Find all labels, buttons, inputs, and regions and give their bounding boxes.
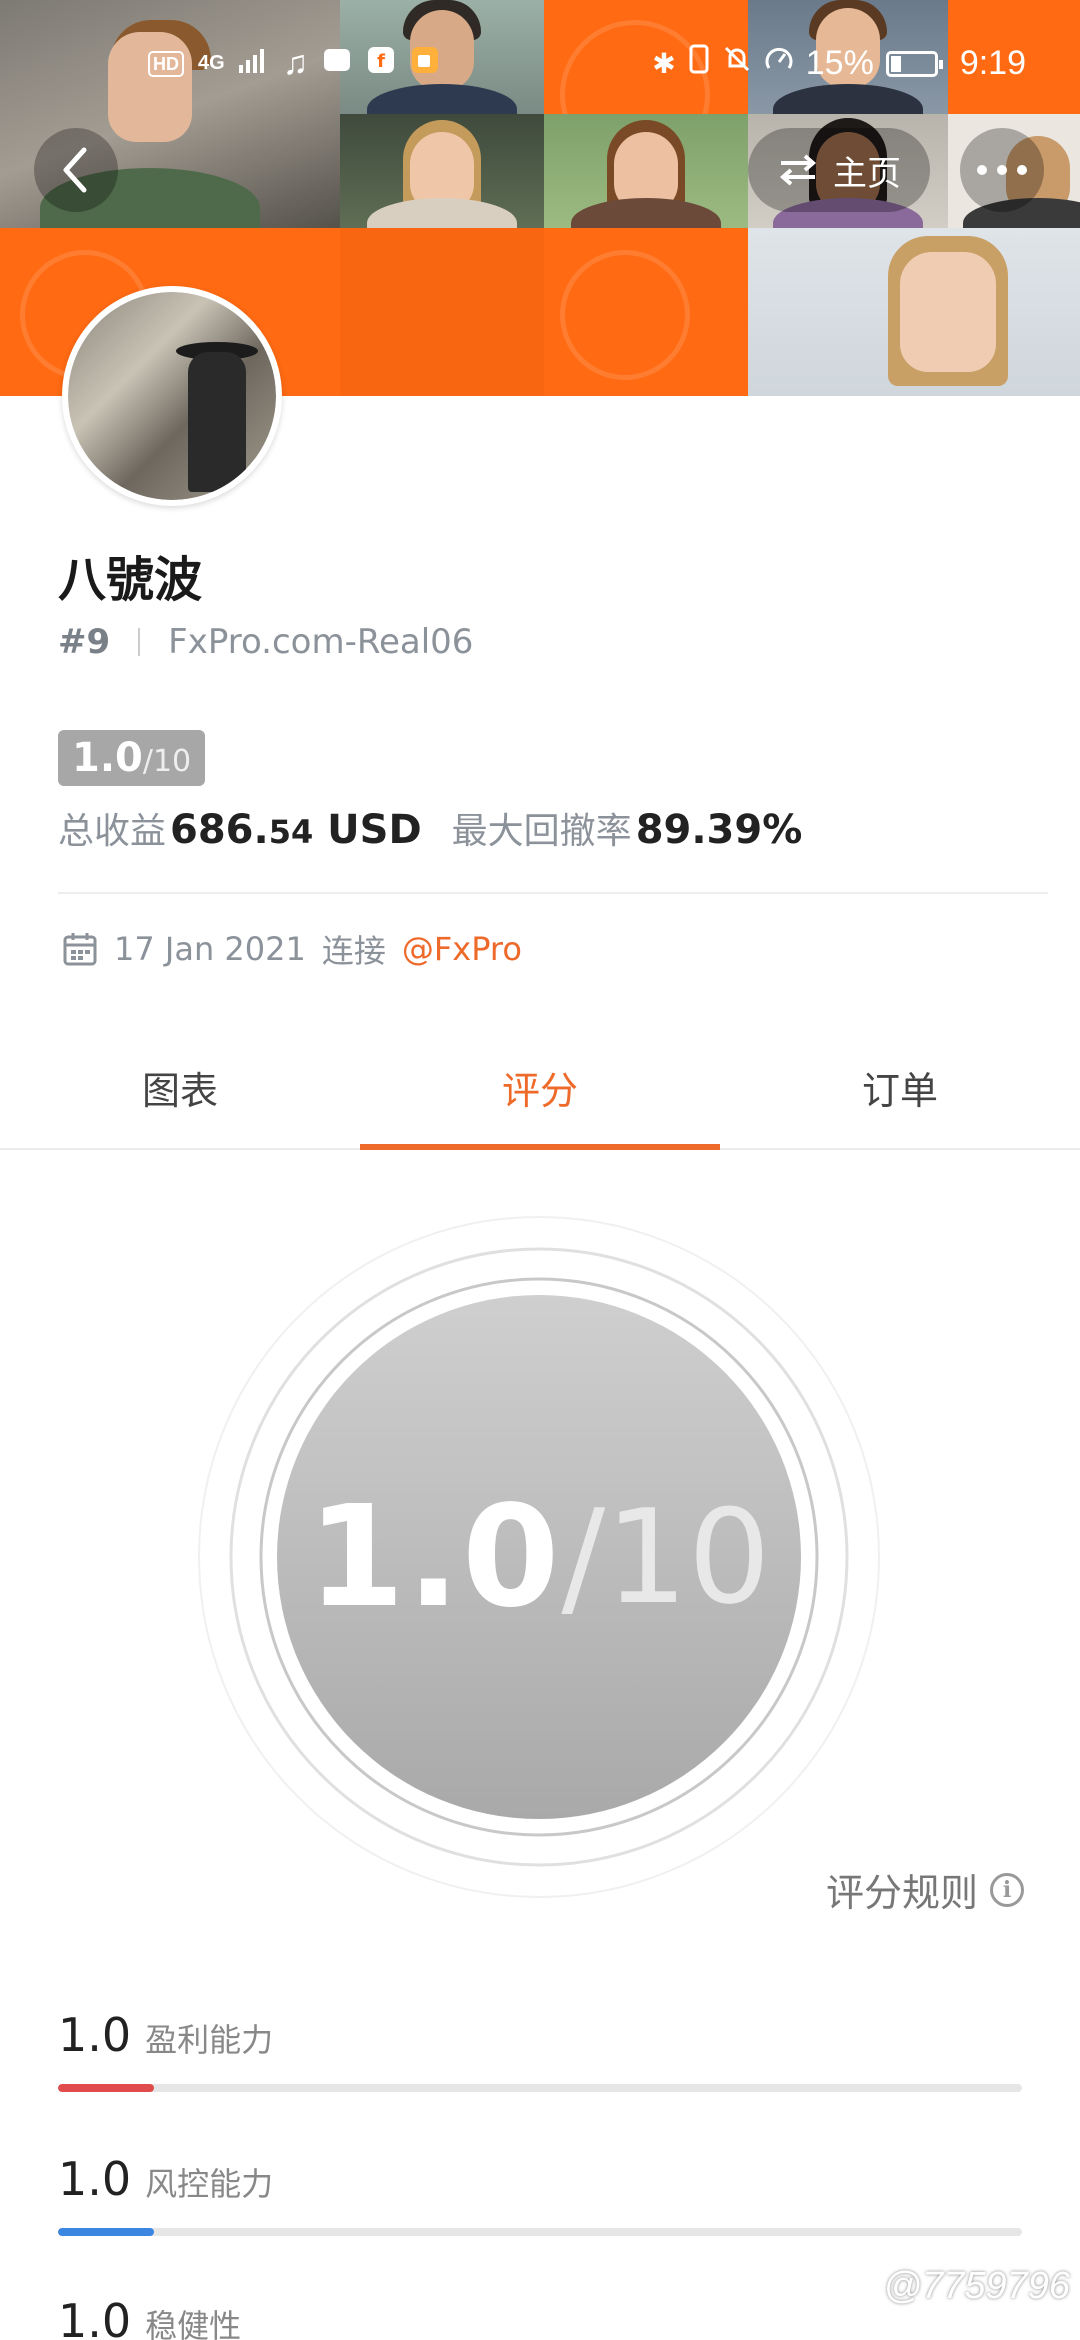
- total-profit-value: 686.54 USD: [170, 807, 422, 853]
- signal-icon: [238, 47, 269, 80]
- bluetooth-icon: ✱: [652, 48, 676, 79]
- svg-text:f: f: [377, 51, 385, 72]
- tab-chart[interactable]: 图表: [0, 1026, 360, 1148]
- divider: [138, 628, 141, 656]
- rating-value: 1.0: [307, 1475, 562, 1639]
- metric-risk-control: 1.0 风控能力: [58, 2152, 1022, 2236]
- avatar[interactable]: [62, 286, 282, 506]
- clock: 9:19: [959, 44, 1026, 82]
- rank-row: #9 FxPro.com-Real06: [58, 622, 473, 662]
- cover-photo: [748, 228, 1080, 396]
- rank-badge: #9: [58, 622, 111, 662]
- back-button[interactable]: [34, 128, 118, 212]
- connection-row: 17 Jan 2021 连接 @FxPro: [62, 926, 522, 972]
- metric-label: 风控能力: [145, 2165, 274, 2203]
- rating-rules-link[interactable]: 评分规则 i: [826, 1862, 1024, 1917]
- cover-decoration: [560, 250, 690, 380]
- broker-link[interactable]: @FxPro: [402, 930, 522, 968]
- trader-name: 八號波: [58, 552, 203, 608]
- speed-gauge-icon: [764, 44, 794, 83]
- music-note-icon: ♫: [282, 44, 309, 82]
- metric-progress-bar: [58, 2228, 1022, 2236]
- metric-stability: 1.0 稳健性: [58, 2294, 1022, 2340]
- cover-tile: [340, 228, 544, 396]
- metric-progress-fill: [58, 2228, 155, 2236]
- swap-arrows-icon: [779, 154, 817, 186]
- info-icon: i: [990, 1872, 1024, 1907]
- calendar-icon: [63, 933, 97, 966]
- rating-circle: 1.0 /10: [196, 1214, 882, 1900]
- divider: [58, 892, 1048, 894]
- max-drawdown-value: 89.39%: [635, 807, 803, 853]
- metric-label: 盈利能力: [145, 2021, 274, 2059]
- metric-value: 1.0: [58, 2008, 132, 2062]
- mute-bell-icon: [722, 44, 752, 83]
- account-server: FxPro.com-Real06: [168, 622, 474, 662]
- metric-profitability: 1.0 盈利能力: [58, 2008, 1022, 2092]
- score-value: 1.0: [72, 735, 143, 781]
- vibrate-icon: [688, 44, 710, 83]
- rating-total: /10: [561, 1481, 771, 1633]
- app-cup-icon: [410, 45, 440, 82]
- tab-orders[interactable]: 订单: [720, 1026, 1080, 1148]
- huawei-app-icon: [322, 45, 352, 82]
- metric-label: 稳健性: [145, 2307, 242, 2340]
- home-label: 主页: [833, 153, 901, 194]
- chevron-left-icon: [63, 147, 87, 193]
- stats-row: 总收益 686.54 USD 最大回撤率 89.39%: [58, 802, 802, 854]
- connected-date: 17 Jan 2021: [114, 930, 306, 968]
- battery-icon: [885, 50, 943, 77]
- max-drawdown-label: 最大回撤率: [451, 811, 632, 852]
- score-total: /10: [142, 744, 192, 779]
- battery-percent: 15%: [805, 44, 874, 82]
- tab-rating[interactable]: 评分: [360, 1026, 720, 1150]
- home-button[interactable]: 主页: [748, 128, 930, 212]
- watermark: @7759796: [883, 2265, 1070, 2307]
- metric-progress-fill: [58, 2084, 155, 2092]
- rating-rules-label: 评分规则: [825, 1871, 978, 1915]
- hd-indicator: HD: [148, 50, 184, 77]
- app-f-icon: f: [366, 45, 396, 82]
- tab-bar: 图表 评分 订单: [0, 1026, 1080, 1150]
- connected-label: 连接: [321, 932, 386, 970]
- score-badge: 1.0 /10: [58, 730, 206, 786]
- total-profit-label: 总收益: [58, 811, 167, 852]
- metric-progress-bar: [58, 2084, 1022, 2092]
- status-bar: HD 4G ♫ f ✱ 15% 9:19: [0, 0, 1080, 132]
- more-button[interactable]: [960, 128, 1044, 212]
- more-dots-icon: [977, 165, 1027, 175]
- network-indicator: 4G: [198, 52, 225, 74]
- metric-value: 1.0: [58, 2294, 132, 2340]
- metric-value: 1.0: [58, 2152, 132, 2206]
